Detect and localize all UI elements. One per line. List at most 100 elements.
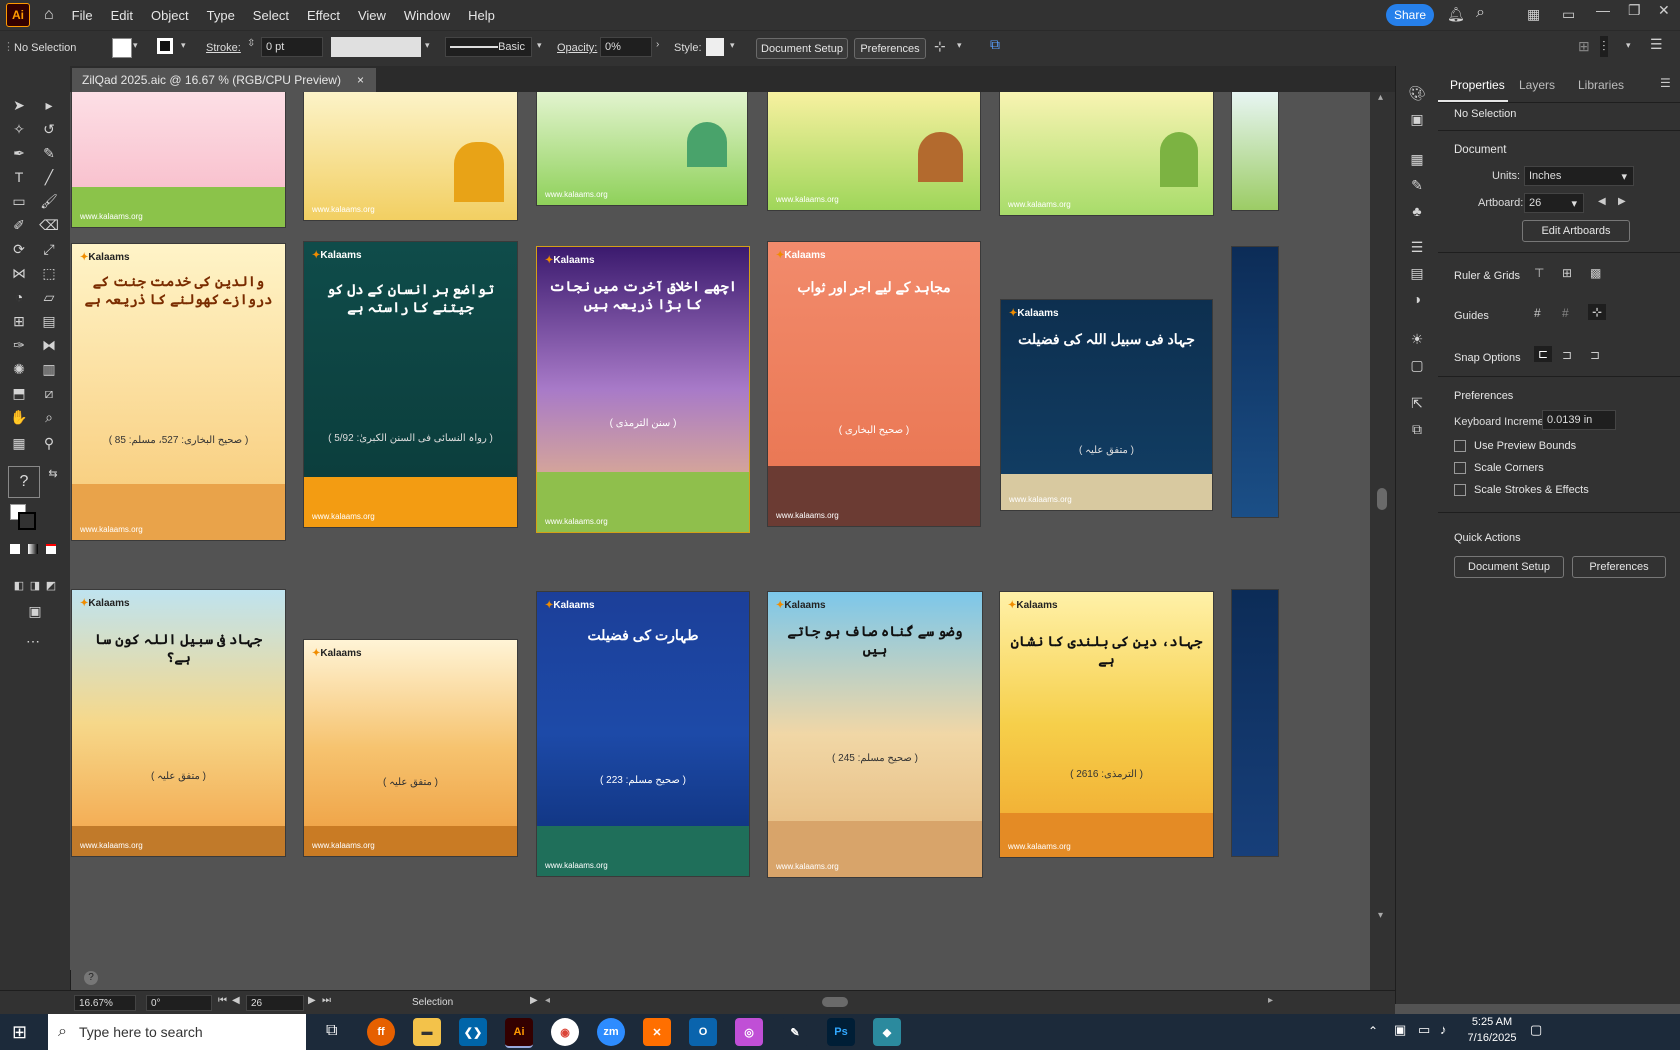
zoom-tool-alt-icon[interactable]: ⚲ bbox=[38, 432, 60, 454]
selection-tool-icon[interactable]: ➤ bbox=[8, 94, 30, 116]
status-menu-icon[interactable]: ▶ bbox=[530, 995, 538, 1006]
rotate-tool-icon[interactable]: ⟳ bbox=[8, 238, 30, 260]
taskbar-search[interactable]: ⌕ Type here to search bbox=[48, 1014, 306, 1050]
creative-cloud-icon[interactable]: ◎ bbox=[735, 1018, 763, 1046]
use-preview-bounds-checkbox[interactable]: Use Preview Bounds bbox=[1454, 440, 1576, 452]
xampp-icon[interactable]: ✕ bbox=[643, 1018, 671, 1046]
symbols-panel-icon[interactable]: ♣ bbox=[1406, 200, 1428, 222]
close-tab-icon[interactable]: × bbox=[357, 73, 364, 87]
line-tool-icon[interactable]: ╱ bbox=[38, 166, 60, 188]
first-artboard-icon[interactable]: ⏮ bbox=[218, 995, 227, 1006]
tab-libraries[interactable]: Libraries bbox=[1578, 78, 1624, 92]
none-mode-icon[interactable] bbox=[46, 544, 56, 554]
scale-tool-icon[interactable]: ⤢ bbox=[38, 238, 60, 260]
scroll-down-icon[interactable]: ▾ bbox=[1378, 910, 1383, 921]
rotation-dropdown[interactable]: 0° bbox=[146, 995, 212, 1011]
direct-selection-tool-icon[interactable]: ▸ bbox=[38, 94, 60, 116]
preferences-button[interactable]: Preferences bbox=[854, 38, 926, 59]
artboard-tool-icon[interactable]: ⬒ bbox=[8, 382, 30, 404]
tab-layers[interactable]: Layers bbox=[1519, 78, 1555, 92]
artboard-selected[interactable]: ✦Kalaams اچھے اخلاق آخرت میں نجات کا بڑا… bbox=[536, 246, 750, 533]
rulers-icon[interactable]: ⊤ bbox=[1534, 266, 1544, 280]
artboard[interactable]: www.kalaams.org bbox=[537, 92, 747, 205]
snap-to-grid-icon[interactable]: ⊐ bbox=[1562, 348, 1572, 362]
menu-edit[interactable]: Edit bbox=[111, 8, 133, 23]
show-guides-icon[interactable]: # bbox=[1534, 306, 1541, 320]
artboard-dropdown[interactable]: 26 ▾ bbox=[1524, 193, 1584, 213]
symbol-sprayer-icon[interactable]: ✺ bbox=[8, 358, 30, 380]
task-view-icon[interactable]: ⧉ bbox=[326, 1022, 337, 1040]
slice-tool-icon[interactable]: ⧄ bbox=[38, 382, 60, 404]
next-artboard-icon[interactable]: ▶ bbox=[308, 995, 316, 1006]
lasso-icon[interactable]: ↺ bbox=[38, 118, 60, 140]
screen-mode-icon[interactable]: ▣ bbox=[24, 600, 46, 622]
zoom-tool-icon[interactable]: ⌕ bbox=[38, 406, 60, 428]
artboard[interactable]: www.kalaams.org bbox=[304, 92, 517, 220]
chevron-down-icon[interactable]: ▾ bbox=[133, 40, 138, 51]
fill-swatch[interactable] bbox=[112, 38, 132, 58]
photoshop-icon[interactable]: Ps bbox=[827, 1018, 855, 1046]
pen-tool-icon[interactable]: ✒ bbox=[8, 142, 30, 164]
system-tray-icon[interactable]: ▣ bbox=[1394, 1022, 1406, 1038]
free-transform-icon[interactable]: ⬚ bbox=[38, 262, 60, 284]
minimize-icon[interactable]: — bbox=[1596, 2, 1610, 18]
close-window-icon[interactable]: ✕ bbox=[1658, 2, 1670, 19]
grid-icon[interactable]: ⊞ bbox=[1562, 266, 1572, 280]
last-artboard-icon[interactable]: ⏭ bbox=[322, 995, 331, 1006]
chevron-down-icon[interactable]: ▾ bbox=[957, 40, 962, 51]
artboard[interactable]: ✦Kalaams تواضع ہر انسان کے دل کو جیتنے ک… bbox=[304, 242, 517, 527]
print-tiling-icon[interactable]: ▦ bbox=[8, 432, 30, 454]
menu-view[interactable]: View bbox=[358, 8, 386, 23]
default-stroke-icon[interactable] bbox=[18, 512, 36, 530]
gradient-panel-icon[interactable]: ▤ bbox=[1406, 262, 1428, 284]
keyboard-increment-input[interactable]: 0.0139 in bbox=[1542, 410, 1616, 430]
graph-tool-icon[interactable]: ▥ bbox=[38, 358, 60, 380]
perspective-grid-icon[interactable]: ▱ bbox=[38, 286, 60, 308]
transparency-panel-icon[interactable]: ◑ bbox=[1406, 288, 1428, 310]
graphic-styles-panel-icon[interactable]: ▢ bbox=[1406, 354, 1428, 376]
type-tool-icon[interactable]: T bbox=[8, 166, 30, 188]
artboard[interactable]: ✦Kalaams جہاد فی سبیل اللہ کی فضیلت ( مت… bbox=[1001, 300, 1212, 510]
windows-start-icon[interactable]: ⊞ bbox=[12, 1022, 27, 1043]
artboard[interactable]: www.kalaams.org bbox=[72, 92, 285, 227]
snap-to-pixel-icon[interactable]: ⫶ bbox=[1600, 36, 1608, 57]
color-panel-icon[interactable]: 🎨︎ bbox=[1406, 82, 1428, 104]
volume-icon[interactable]: ♪ bbox=[1440, 1022, 1447, 1037]
stroke-panel-icon[interactable]: ☰ bbox=[1406, 236, 1428, 258]
artboard[interactable] bbox=[1232, 590, 1278, 856]
maximize-icon[interactable]: ❐ bbox=[1628, 2, 1641, 19]
swap-fill-stroke-icon[interactable]: ⇆ bbox=[42, 462, 64, 484]
clock-time[interactable]: 5:25 AM bbox=[1468, 1016, 1516, 1028]
snap-to-point-icon[interactable]: ⊐ bbox=[1590, 348, 1600, 362]
pen-app-icon[interactable]: ✎ bbox=[781, 1018, 809, 1046]
tab-properties[interactable]: Properties bbox=[1450, 78, 1505, 92]
zoom-app-icon[interactable]: zm bbox=[597, 1018, 625, 1046]
magic-wand-icon[interactable]: ✧ bbox=[8, 118, 30, 140]
chrome-icon[interactable]: ◉ bbox=[551, 1018, 579, 1046]
share-button[interactable]: Share bbox=[1386, 4, 1434, 26]
edit-artboards-button[interactable]: Edit Artboards bbox=[1522, 220, 1630, 242]
bell-icon[interactable]: 🔔︎ bbox=[1447, 6, 1465, 23]
graphic-style-swatch[interactable] bbox=[706, 38, 724, 56]
canvas[interactable]: www.kalaams.org www.kalaams.org www.kala… bbox=[70, 92, 1370, 970]
shaper-tool-icon[interactable]: ✐ bbox=[8, 214, 30, 236]
chevron-right-icon[interactable]: › bbox=[656, 39, 659, 50]
vertical-scrollbar[interactable]: ▴ ▾ bbox=[1370, 92, 1395, 1004]
menu-type[interactable]: Type bbox=[207, 8, 235, 23]
paintbrush-icon[interactable]: 🖌︎ bbox=[38, 190, 60, 212]
opacity-input[interactable]: 0% bbox=[600, 37, 652, 57]
stepper-icon[interactable]: ⇳ bbox=[247, 38, 255, 49]
next-artboard-icon[interactable]: ▶ bbox=[1618, 196, 1626, 207]
scroll-left-icon[interactable]: ◂ bbox=[545, 995, 550, 1006]
artboard[interactable]: ✦Kalaams وضو سے گناہ صاف ہو جاتے ہیں ( ص… bbox=[768, 592, 982, 877]
draw-inside-icon[interactable]: ◩ bbox=[40, 574, 62, 596]
artboard[interactable]: www.kalaams.org bbox=[1000, 92, 1213, 215]
artboard[interactable]: ✦Kalaams والدین کی خدمت جنت کے دروازے کھ… bbox=[72, 244, 285, 540]
shape-builder-icon[interactable]: ◔ bbox=[8, 286, 30, 308]
transparency-grid-icon[interactable]: ▩ bbox=[1590, 266, 1601, 280]
curvature-tool-icon[interactable]: ✎ bbox=[38, 142, 60, 164]
stroke-swatch[interactable] bbox=[157, 38, 173, 54]
brushes-panel-icon[interactable]: ✎ bbox=[1406, 174, 1428, 196]
artboard[interactable]: ✦Kalaams طہارت کی فضیلت ( صحیح مسلم: 223… bbox=[537, 592, 749, 876]
artboard[interactable] bbox=[1232, 92, 1278, 210]
